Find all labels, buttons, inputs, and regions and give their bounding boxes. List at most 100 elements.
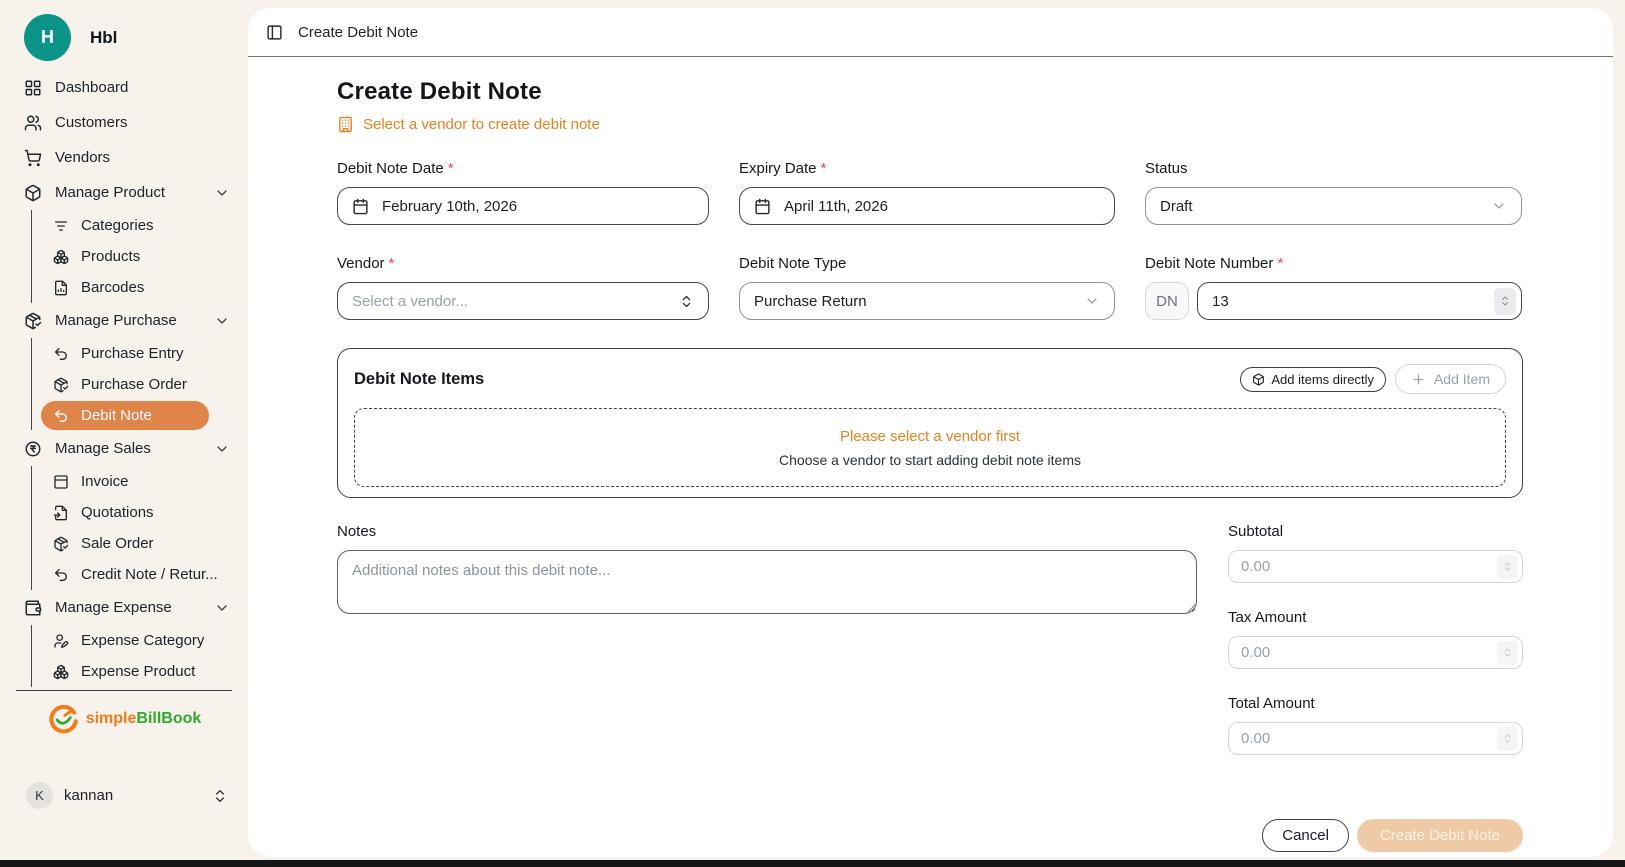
package-icon: [24, 184, 42, 202]
status-field: Status Draft: [1145, 160, 1522, 225]
building-icon: [337, 116, 354, 133]
package-check-icon: [53, 536, 69, 552]
main-panel: Create Debit Note Create Debit Note Sele…: [248, 8, 1613, 857]
sidebar-item-expense-category[interactable]: Expense Category: [32, 625, 248, 656]
topbar-title: Create Debit Note: [298, 24, 418, 41]
brand: H Hbl: [24, 14, 117, 61]
sidebar-item-quotations[interactable]: Quotations: [32, 497, 248, 528]
sidebar-item-label: Debit Note: [81, 407, 152, 424]
sidebar-item-expense-product[interactable]: Expense Product: [32, 656, 248, 687]
expiry-date-input[interactable]: April 11th, 2026: [739, 187, 1115, 225]
sidebar-item-vendors[interactable]: Vendors: [0, 140, 248, 175]
subtotal-field: Subtotal: [1228, 523, 1523, 583]
list-filter-icon: [53, 218, 69, 234]
sidebar-item-customers[interactable]: Customers: [0, 105, 248, 140]
chevron-down-icon: [1491, 198, 1507, 214]
sidebar-item-label: Barcodes: [81, 279, 144, 296]
sidebar-item-purchase-order[interactable]: Purchase Order: [32, 369, 248, 400]
user-menu[interactable]: K kannan: [26, 782, 228, 809]
debit-note-number-input[interactable]: [1197, 282, 1522, 320]
stepper-arrows-icon: [1502, 647, 1513, 658]
app-logo: simpleBillBook: [0, 702, 248, 735]
sidebar-item-label: Purchase Entry: [81, 345, 184, 362]
debit-note-date-label: Debit Note Date*: [337, 160, 709, 177]
debit-note-number-label: Debit Note Number*: [1145, 255, 1522, 272]
debit-note-date-input[interactable]: February 10th, 2026: [337, 187, 709, 225]
sidebar-item-invoice[interactable]: Invoice: [32, 466, 248, 497]
total-stepper[interactable]: [1497, 727, 1518, 751]
sidebar-divider: [16, 690, 232, 691]
sidebar-item-label: Manage Product: [55, 184, 165, 201]
stepper-arrows-icon: [1502, 561, 1513, 572]
chevrons-up-down-icon: [212, 788, 228, 804]
boxes-icon: [53, 664, 69, 680]
total-amount-input[interactable]: [1228, 722, 1523, 755]
vendor-select[interactable]: Select a vendor...: [337, 282, 709, 320]
undo-icon: [53, 408, 69, 424]
sidebar-item-label: Expense Product: [81, 663, 195, 680]
subtotal-stepper[interactable]: [1497, 555, 1518, 579]
debit-note-date-value: February 10th, 2026: [382, 198, 517, 215]
debit-note-type-select[interactable]: Purchase Return: [739, 282, 1115, 320]
sidebar-item-manage-expense[interactable]: Manage Expense: [0, 590, 248, 625]
number-stepper[interactable]: [1494, 288, 1516, 315]
wallet-icon: [24, 599, 42, 617]
cancel-button[interactable]: Cancel: [1262, 819, 1349, 852]
debit-note-type-label: Debit Note Type: [739, 255, 1115, 272]
package-check-icon: [24, 312, 42, 330]
sidebar-item-label: Customers: [55, 114, 128, 131]
debit-note-type-field: Debit Note Type Purchase Return: [739, 255, 1115, 320]
vendor-field: Vendor* Select a vendor...: [337, 255, 709, 320]
status-value: Draft: [1160, 198, 1193, 215]
sidebar-subgroup-manage-sales: Invoice Quotations Sale OrderCredit Note /…: [31, 466, 248, 590]
add-items-directly-button[interactable]: Add items directly: [1240, 367, 1386, 392]
subtotal-label: Subtotal: [1228, 523, 1523, 540]
sidebar-item-credit-note-retur[interactable]: Credit Note / Retur...: [32, 559, 248, 590]
sidebar-item-manage-product[interactable]: Manage Product: [0, 175, 248, 210]
chevrons-up-down-icon: [679, 294, 694, 309]
required-asterisk: *: [1277, 255, 1283, 272]
sidebar-item-products[interactable]: Products: [32, 241, 248, 272]
form-content: Create Debit Note Select a vendor to cre…: [248, 57, 1613, 852]
sidebar-item-label: Vendors: [55, 149, 110, 166]
circle-rupee-icon: [24, 440, 42, 458]
create-debit-note-button[interactable]: Create Debit Note: [1357, 819, 1523, 852]
plus-icon: [1411, 372, 1426, 387]
expiry-date-field: Expiry Date* April 11th, 2026: [739, 160, 1115, 225]
page-subtitle: Select a vendor to create debit note: [337, 116, 1523, 133]
sidebar-item-barcodes[interactable]: Barcodes: [32, 272, 248, 303]
sidebar-item-dashboard[interactable]: Dashboard: [0, 70, 248, 105]
chevron-down-icon: [214, 185, 230, 201]
sidebar-item-manage-sales[interactable]: Manage Sales: [0, 431, 248, 466]
stepper-arrows-icon: [1502, 733, 1513, 744]
sidebar-toggle-icon[interactable]: [266, 24, 283, 41]
sidebar-item-categories[interactable]: Categories: [32, 210, 248, 241]
logo-icon: [47, 702, 80, 735]
required-asterisk: *: [821, 160, 827, 177]
items-empty-subtitle: Choose a vendor to start adding debit no…: [779, 452, 1081, 468]
notes-textarea[interactable]: [337, 550, 1197, 614]
tax-stepper[interactable]: [1497, 641, 1518, 665]
sidebar-item-manage-purchase[interactable]: Manage Purchase: [0, 303, 248, 338]
sidebar-item-sale-order[interactable]: Sale Order: [32, 528, 248, 559]
status-select[interactable]: Draft: [1145, 187, 1522, 225]
subtotal-input[interactable]: [1228, 550, 1523, 583]
tax-amount-field: Tax Amount: [1228, 609, 1523, 669]
items-section-title: Debit Note Items: [354, 370, 484, 389]
sidebar-item-purchase-entry[interactable]: Purchase Entry: [32, 338, 248, 369]
sidebar-item-label: Dashboard: [55, 79, 128, 96]
bottom-strip: [0, 860, 1625, 867]
vendor-placeholder: Select a vendor...: [352, 293, 468, 310]
tax-amount-input[interactable]: [1228, 636, 1523, 669]
sidebar-subgroup-manage-product: CategoriesProducts Barcodes: [31, 210, 248, 303]
page-title: Create Debit Note: [337, 78, 1523, 106]
chevron-down-icon: [1084, 293, 1100, 309]
package-icon: [1252, 373, 1265, 386]
chevron-down-icon: [214, 441, 230, 457]
sidebar-item-debit-note[interactable]: Debit Note: [41, 401, 209, 430]
topbar: Create Debit Note: [248, 8, 1613, 57]
sidebar-item-label: Quotations: [81, 504, 154, 521]
notes-field: Notes: [337, 523, 1197, 781]
add-item-button[interactable]: Add Item: [1395, 364, 1506, 394]
debit-note-items-section: Debit Note Items Add items directly Add …: [337, 348, 1523, 498]
